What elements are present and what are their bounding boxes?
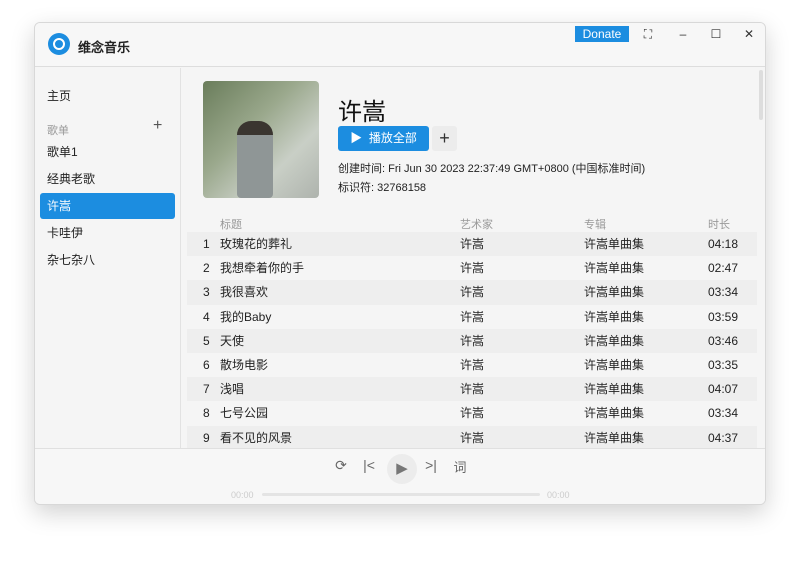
- song-album: 许嵩单曲集: [584, 261, 645, 276]
- song-duration: 03:59: [708, 309, 739, 324]
- playlists-header: 歌单: [47, 125, 69, 137]
- song-artist: 许嵩: [460, 309, 485, 324]
- app-logo-icon: [48, 33, 70, 55]
- sidebar-item-playlist[interactable]: 卡哇伊: [40, 220, 175, 246]
- song-duration: 03:34: [708, 285, 739, 300]
- donate-button[interactable]: Donate: [575, 26, 629, 42]
- song-duration: 04:07: [708, 382, 739, 397]
- sidebar: 主页 歌单 + 歌单1 经典老歌 许嵩 卡哇伊 杂七杂八: [35, 68, 181, 448]
- column-duration[interactable]: 时长: [708, 216, 730, 232]
- track-number: 3: [203, 285, 210, 300]
- close-icon[interactable]: ✕: [737, 25, 761, 43]
- lyrics-button[interactable]: 词: [450, 457, 470, 476]
- song-album: 许嵩单曲集: [584, 406, 645, 421]
- song-artist: 许嵩: [460, 430, 485, 445]
- album-cover: [203, 81, 319, 198]
- song-duration: 04:18: [708, 237, 739, 251]
- play-all-label: 播放全部: [368, 131, 417, 145]
- song-album: 许嵩单曲集: [584, 237, 645, 251]
- song-album: 许嵩单曲集: [584, 333, 645, 348]
- song-row[interactable]: 3 我很喜欢 许嵩 许嵩单曲集 03:34: [187, 280, 757, 305]
- app-name: 维念音乐: [78, 40, 131, 55]
- song-artist: 许嵩: [460, 406, 485, 421]
- song-artist: 许嵩: [460, 382, 485, 397]
- playlist-title: 许嵩: [338, 99, 386, 126]
- track-number: 6: [203, 357, 210, 372]
- sidebar-item-playlist[interactable]: 杂七杂八: [40, 247, 175, 273]
- song-row[interactable]: 4 我的Baby 许嵩 许嵩单曲集 03:59: [187, 305, 757, 329]
- column-album[interactable]: 专辑: [584, 216, 606, 232]
- title-bar: 维念音乐 Donate ⛶ – ☐ ✕: [35, 23, 765, 67]
- next-icon[interactable]: >|: [421, 457, 441, 473]
- plus-icon[interactable]: +: [153, 117, 162, 135]
- add-button[interactable]: +: [432, 126, 457, 151]
- song-artist: 许嵩: [460, 357, 485, 372]
- song-artist: 许嵩: [460, 237, 485, 251]
- scrollbar[interactable]: [759, 70, 763, 120]
- compact-mode-icon[interactable]: ⛶: [636, 25, 660, 43]
- column-artist[interactable]: 艺术家: [460, 216, 493, 232]
- song-row[interactable]: 6 散场电影 许嵩 许嵩单曲集 03:35: [187, 353, 757, 377]
- track-number: 1: [203, 237, 210, 251]
- song-title: 七号公园: [220, 406, 269, 421]
- song-row[interactable]: 9 看不见的风景 许嵩 许嵩单曲集 04:37: [187, 425, 757, 448]
- sidebar-item-playlist[interactable]: 歌单1: [40, 139, 175, 165]
- play-all-button[interactable]: ▶ 播放全部: [338, 126, 429, 151]
- playlist-id: 标识符: 32768158: [338, 182, 427, 194]
- column-title[interactable]: 标题: [220, 216, 242, 232]
- track-number: 2: [203, 261, 210, 276]
- current-time: 00:00: [231, 490, 254, 500]
- song-title: 我想牵着你的手: [220, 261, 305, 276]
- song-artist: 许嵩: [460, 333, 485, 348]
- song-album: 许嵩单曲集: [584, 430, 645, 445]
- app-window: 维念音乐 Donate ⛶ – ☐ ✕ 主页 歌单 + 歌单1 经典老歌 许嵩 …: [34, 22, 766, 505]
- song-duration: 04:37: [708, 430, 739, 445]
- song-album: 许嵩单曲集: [584, 382, 645, 397]
- repeat-icon[interactable]: ⟳: [331, 457, 351, 474]
- song-duration: 03:34: [708, 406, 739, 421]
- player-bar: ⟳ |< ▶ >| 词 00:00 00:00: [35, 448, 765, 504]
- created-time: 创建时间: Fri Jun 30 2023 22:37:49 GMT+0800 …: [338, 163, 646, 175]
- progress-slider[interactable]: [262, 493, 540, 496]
- song-album: 许嵩单曲集: [584, 285, 645, 300]
- song-title: 我的Baby: [220, 309, 272, 324]
- song-title: 浅唱: [220, 382, 245, 397]
- song-title: 天使: [220, 333, 245, 348]
- play-icon: ▶: [350, 131, 363, 145]
- song-row[interactable]: 5 天使 许嵩 许嵩单曲集 03:46: [187, 328, 757, 353]
- song-title: 看不见的风景: [220, 430, 293, 445]
- sidebar-item-playlist[interactable]: 许嵩: [40, 193, 175, 219]
- song-artist: 许嵩: [460, 261, 485, 276]
- track-number: 7: [203, 382, 210, 397]
- song-row[interactable]: 2 我想牵着你的手 许嵩 许嵩单曲集 02:47: [187, 256, 757, 280]
- song-album: 许嵩单曲集: [584, 357, 645, 372]
- play-button[interactable]: ▶: [387, 454, 417, 484]
- song-title: 玫瑰花的葬礼: [220, 237, 293, 251]
- song-list: 1 玫瑰花的葬礼 许嵩 许嵩单曲集 04:18 2 我想牵着你的手 许嵩 许嵩单曲集 02:47 3…: [187, 232, 757, 448]
- track-number: 9: [203, 430, 210, 445]
- previous-icon[interactable]: |<: [359, 457, 379, 473]
- song-album: 许嵩单曲集: [584, 309, 645, 324]
- total-time: 00:00: [547, 490, 570, 500]
- playlist-view: 许嵩 ▶ 播放全部 + 创建时间: Fri Jun 30 2023 22:37:…: [182, 68, 765, 448]
- song-artist: 许嵩: [460, 285, 485, 300]
- song-row[interactable]: 7 浅唱 许嵩 许嵩单曲集 04:07: [187, 377, 757, 402]
- song-duration: 03:35: [708, 357, 739, 372]
- song-duration: 02:47: [708, 261, 739, 276]
- track-number: 8: [203, 406, 210, 421]
- song-row[interactable]: 1 玫瑰花的葬礼 许嵩 许嵩单曲集 04:18: [187, 232, 757, 257]
- song-duration: 03:46: [708, 333, 739, 348]
- track-number: 4: [203, 309, 210, 324]
- minimize-icon[interactable]: –: [671, 25, 695, 43]
- track-number: 5: [203, 333, 210, 348]
- song-title: 我很喜欢: [220, 285, 269, 300]
- song-title: 散场电影: [220, 357, 269, 372]
- sidebar-item-home[interactable]: 主页: [40, 83, 175, 109]
- maximize-icon[interactable]: ☐: [704, 25, 728, 43]
- song-row[interactable]: 8 七号公园 许嵩 许嵩单曲集 03:34: [187, 401, 757, 425]
- sidebar-item-playlist[interactable]: 经典老歌: [40, 166, 175, 192]
